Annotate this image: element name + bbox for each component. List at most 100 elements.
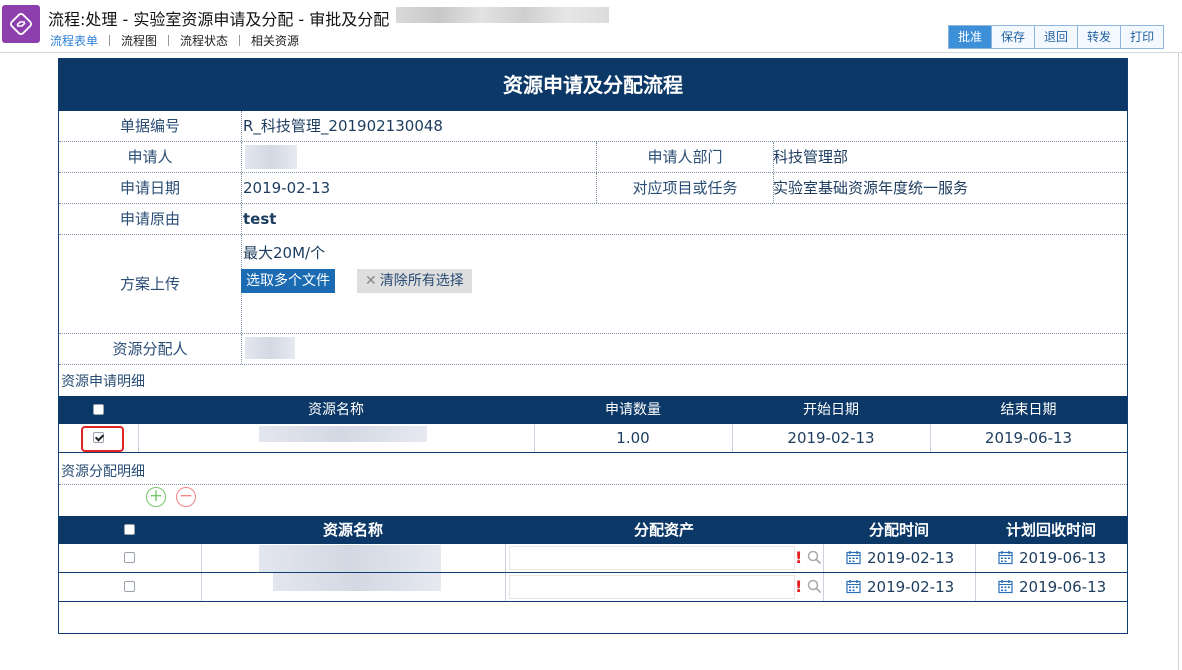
cell-divider: [138, 424, 139, 452]
row-checkbox[interactable]: [124, 581, 135, 592]
header-end-date: 结束日期: [1000, 402, 1057, 418]
applicant-label: 申请人: [127, 148, 173, 166]
window-title: 流程:处理 - 实验室资源申请及分配 - 审批及分配: [48, 10, 390, 29]
select-all-checkbox[interactable]: [93, 404, 104, 415]
save-button[interactable]: 保存: [991, 26, 1035, 48]
approve-button[interactable]: 批准: [949, 26, 992, 48]
cell-divider: [241, 111, 242, 141]
end-date-cell: 2019-06-13: [984, 429, 1073, 447]
required-indicator: !: [795, 577, 803, 596]
header-asset: 分配资产: [633, 521, 694, 539]
tab-divider: [109, 34, 111, 46]
date-project-row: 申请日期 2019-02-13 对应项目或任务 实验室基础资源年度统一服务: [59, 173, 1127, 204]
clear-selection-button[interactable]: ✕ 清除所有选择: [357, 269, 472, 293]
cell-divider: [975, 544, 976, 572]
allocator-value-redacted: [245, 337, 295, 359]
apply-date-label: 申请日期: [119, 179, 180, 197]
reason-row: 申请原由 test: [59, 204, 1127, 235]
cell-divider: [505, 544, 506, 572]
tab-status[interactable]: 流程状态: [178, 32, 230, 49]
workflow-logo-icon: [2, 5, 40, 43]
calendar-icon[interactable]: [998, 579, 1013, 594]
table-row: 1.00 2019-02-13 2019-06-13: [59, 424, 1127, 453]
calendar-icon[interactable]: [998, 550, 1013, 565]
alloc-detail-title: 资源分配明细: [61, 464, 145, 480]
cell-divider: [201, 544, 202, 572]
recall-time-cell[interactable]: 2019-06-13: [1019, 549, 1106, 567]
asset-input[interactable]: [509, 546, 795, 570]
resource-name-redacted: [259, 426, 427, 442]
calendar-icon[interactable]: [846, 579, 861, 594]
cell-divider: [241, 173, 242, 203]
asset-input[interactable]: [509, 575, 795, 599]
header-divider: [0, 52, 1182, 53]
qty-cell: 1.00: [616, 429, 650, 447]
print-button[interactable]: 打印: [1120, 26, 1164, 48]
return-button[interactable]: 退回: [1034, 26, 1078, 48]
applicant-row: 申请人 申请人部门 科技管理部: [59, 142, 1127, 173]
row-checkbox[interactable]: [124, 552, 135, 563]
cell-divider: [823, 544, 824, 572]
doc-no-value: R_科技管理_201902130048: [243, 117, 443, 135]
table-row: ! 2019-02-13 2019-06-13: [59, 544, 1127, 573]
cell-divider: [201, 573, 202, 601]
dept-value: 科技管理部: [773, 148, 849, 166]
workflow-form: 资源申请及分配流程 单据编号 R_科技管理_201902130048 申请人 申…: [58, 58, 1128, 634]
apply-date-value: 2019-02-13: [243, 179, 331, 197]
tab-flowchart[interactable]: 流程图: [119, 32, 159, 49]
form-title: 资源申请及分配流程: [59, 59, 1127, 111]
cell-divider: [975, 573, 976, 601]
recall-time-cell[interactable]: 2019-06-13: [1019, 578, 1106, 596]
header-alloc-time: 分配时间: [868, 521, 929, 539]
required-indicator: !: [795, 548, 803, 567]
cell-divider: [505, 573, 506, 601]
header-qty: 申请数量: [605, 402, 661, 418]
header-recall-time: 计划回收时间: [1005, 521, 1096, 539]
project-value: 实验室基础资源年度统一服务: [773, 179, 969, 197]
alloc-time-cell[interactable]: 2019-02-13: [867, 578, 954, 596]
resource-name-redacted: [259, 545, 441, 572]
header-resource-name: 资源名称: [308, 402, 364, 418]
resource-name-redacted: [273, 573, 441, 591]
remove-row-icon[interactable]: −: [176, 487, 196, 507]
tab-divider: [239, 34, 241, 46]
upload-row: 方案上传 最大20M/个 选取多个文件 ✕ 清除所有选择: [59, 235, 1127, 334]
tab-divider: [168, 34, 170, 46]
request-detail-title: 资源申请明细: [61, 374, 145, 390]
header-start-date: 开始日期: [803, 402, 859, 418]
cell-divider: [241, 142, 242, 172]
upload-label: 方案上传: [119, 275, 180, 293]
dept-label: 申请人部门: [647, 148, 723, 166]
add-row-icon[interactable]: +: [146, 487, 166, 507]
alloc-table-header: 资源名称 分配资产 分配时间 计划回收时间: [59, 516, 1127, 544]
action-toolbar: 批准 保存 退回 转发 打印: [948, 25, 1165, 49]
redacted-title-suffix: [396, 7, 609, 23]
tab-bar: 流程表单 流程图 流程状态 相关资源: [48, 32, 301, 48]
app-header: 流程:处理 - 实验室资源申请及分配 - 审批及分配 流程表单 流程图 流程状态…: [0, 0, 1182, 50]
row-checkbox[interactable]: [93, 432, 104, 443]
search-icon[interactable]: [807, 550, 822, 565]
clear-selection-label: 清除所有选择: [379, 273, 464, 289]
tab-related[interactable]: 相关资源: [249, 32, 301, 49]
section-divider: [59, 484, 1127, 485]
table-row: ! 2019-02-13 2019-06-13: [59, 573, 1127, 602]
pick-files-button[interactable]: 选取多个文件: [241, 269, 335, 293]
doc-no-label: 单据编号: [119, 117, 180, 135]
header-resource-name: 资源名称: [322, 521, 383, 539]
calendar-icon[interactable]: [846, 550, 861, 565]
reason-label: 申请原由: [119, 210, 180, 228]
reason-value: test: [243, 210, 277, 228]
doc-no-row: 单据编号 R_科技管理_201902130048: [59, 111, 1127, 142]
allocator-label: 资源分配人: [112, 340, 188, 358]
request-table-header: 资源名称 申请数量 开始日期 结束日期: [59, 396, 1127, 424]
select-all-checkbox[interactable]: [124, 524, 135, 535]
tab-form[interactable]: 流程表单: [48, 32, 100, 49]
alloc-time-cell[interactable]: 2019-02-13: [867, 549, 954, 567]
upload-hint: 最大20M/个: [243, 244, 326, 262]
cell-divider: [241, 204, 242, 234]
forward-button[interactable]: 转发: [1077, 26, 1121, 48]
scrollbar[interactable]: [1178, 53, 1182, 670]
allocator-row: 资源分配人: [59, 334, 1127, 365]
search-icon[interactable]: [807, 579, 822, 594]
applicant-value-redacted: [245, 145, 297, 169]
